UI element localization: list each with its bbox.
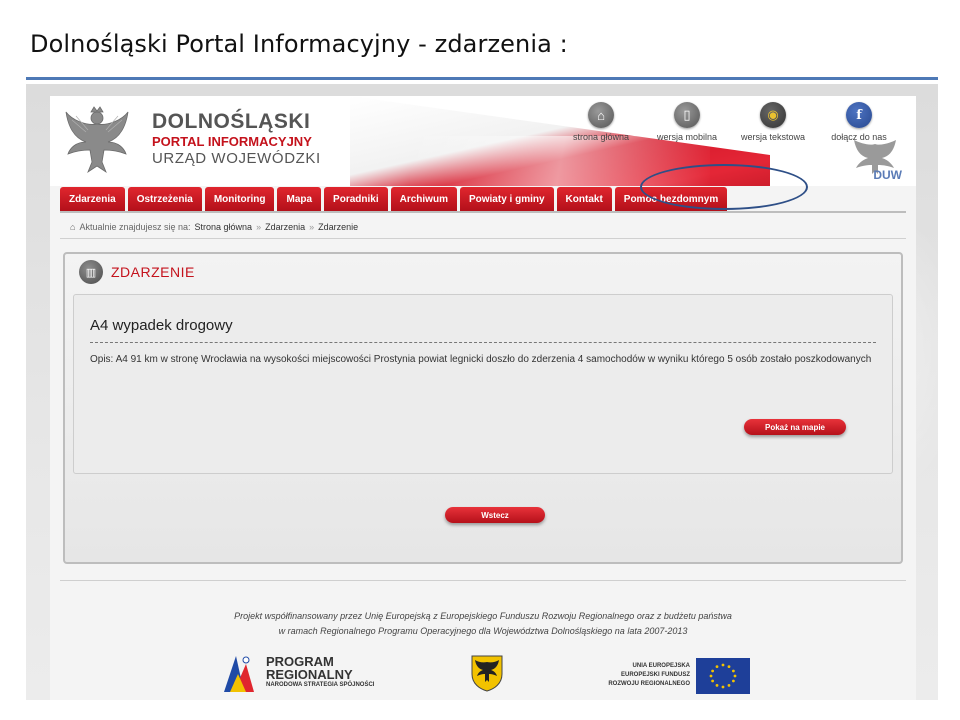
nav-item-monitoring[interactable]: Monitoring (204, 187, 275, 211)
breadcrumb-separator: » (256, 222, 262, 232)
brand-subtitle: PORTAL INFORMACYJNY (152, 134, 312, 149)
breadcrumb-link-home[interactable]: Strona główna (195, 222, 253, 232)
breadcrumb-prefix: Aktualnie znajdujesz się na: (79, 222, 191, 232)
nav-item-kontakt[interactable]: Kontakt (556, 187, 612, 211)
footer-divider (60, 580, 906, 581)
breadcrumb-separator: » (309, 222, 315, 232)
breadcrumb-divider (60, 238, 906, 239)
nav-item-poradniki[interactable]: Poradniki (324, 187, 388, 211)
top-link-facebook[interactable]: f dołącz do nas (816, 102, 902, 142)
breadcrumb-link-events[interactable]: Zdarzenia (265, 222, 305, 232)
nav-item-zdarzenia[interactable]: Zdarzenia (60, 187, 125, 211)
event-panel-header: ▥ ZDARZENIE (79, 260, 195, 284)
annotation-ellipse (640, 164, 808, 210)
brand-office: URZĄD WOJEWÓDZKI (152, 150, 321, 167)
show-on-map-button[interactable]: Pokaż na mapie (744, 419, 846, 435)
breadcrumb: ⌂ Aktualnie znajdujesz się na: Strona gł… (70, 222, 358, 232)
brand-title: DOLNOŚLĄSKI (152, 110, 311, 133)
breadcrumb-current: Zdarzenie (318, 222, 359, 232)
program-label-2: REGIONALNY (266, 667, 353, 682)
event-title: A4 wypadek drogowy (90, 317, 233, 334)
home-small-icon: ⌂ (70, 222, 76, 232)
nav-underline (60, 211, 906, 213)
footer-funding-line1: Projekt współfinansowany przez Unię Euro… (234, 611, 732, 621)
top-link-home[interactable]: ⌂ strona główna (558, 102, 644, 142)
program-label-3: NARODOWA STRATEGIA SPÓJNOŚCI (266, 682, 375, 688)
event-details: A4 wypadek drogowy Opis: A4 91 km w stro… (73, 294, 893, 474)
back-button[interactable]: Wstecz (445, 507, 545, 523)
duw-label[interactable]: DUW (873, 168, 902, 182)
top-links: ⌂ strona główna ▯ wersja mobilna ◉ wersj… (558, 102, 902, 142)
eu-stars-icon (709, 663, 737, 689)
dashed-divider (90, 342, 876, 343)
footer-funding-line2: w ramach Regionalnego Programu Operacyjn… (278, 626, 688, 636)
nav-item-powiaty[interactable]: Powiaty i gminy (459, 187, 554, 211)
portal-screenshot: DOLNOŚLĄSKI PORTAL INFORMACYJNY URZĄD WO… (26, 84, 938, 700)
eagle-emblem-icon[interactable] (64, 106, 130, 176)
regional-program-logo-icon (224, 656, 254, 692)
eye-icon: ◉ (760, 102, 786, 128)
top-link-mobile[interactable]: ▯ wersja mobilna (644, 102, 730, 142)
event-panel: ▥ ZDARZENIE A4 wypadek drogowy Opis: A4 … (63, 252, 903, 564)
nav-item-ostrzezenia[interactable]: Ostrzeżenia (127, 187, 202, 211)
home-icon: ⌂ (588, 102, 614, 128)
mobile-icon: ▯ (674, 102, 700, 128)
event-description: Opis: A4 91 km w stronę Wrocławia na wys… (90, 354, 872, 365)
facebook-icon: f (846, 102, 872, 128)
slide-title-rule (26, 77, 938, 80)
slide-title: Dolnośląski Portal Informacyjny - zdarze… (30, 30, 568, 58)
section-title: ZDARZENIE (111, 264, 195, 280)
main-nav: Zdarzenia Ostrzeżenia Monitoring Mapa Po… (60, 187, 728, 211)
nav-item-archiwum[interactable]: Archiwum (390, 187, 457, 211)
lower-silesia-crest-icon (471, 655, 503, 692)
trash-icon: ▥ (79, 260, 103, 284)
nav-item-mapa[interactable]: Mapa (277, 187, 322, 211)
eu-fund-label: UNIA EUROPEJSKA EUROPEJSKI FUNDUSZ ROZWO… (608, 663, 690, 687)
top-link-text-version[interactable]: ◉ wersja tekstowa (730, 102, 816, 142)
